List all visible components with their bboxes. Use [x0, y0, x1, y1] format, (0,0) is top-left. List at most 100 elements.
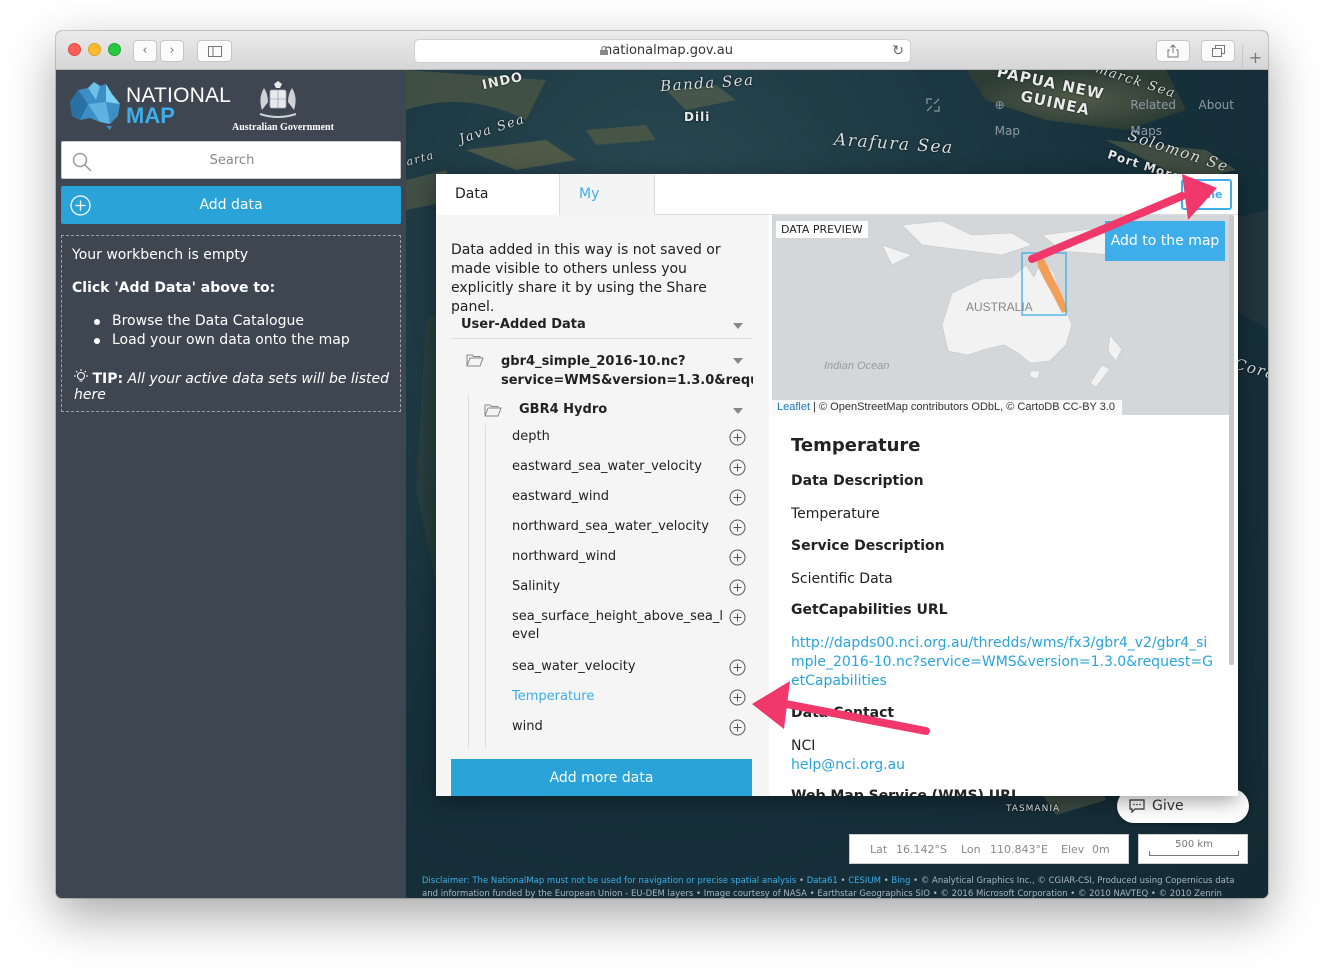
variable-label: sea_water_velocity	[512, 659, 636, 674]
add-variable-icon[interactable]	[729, 549, 746, 566]
folder-open-icon	[466, 354, 484, 367]
globe-icon: ⊕	[994, 98, 1005, 112]
lock-icon	[600, 46, 608, 55]
tab-my-data[interactable]: My Data	[560, 174, 655, 242]
map-label: TASMANIA	[1006, 804, 1061, 814]
search-placeholder: Search	[209, 153, 255, 168]
lat-value: 16.142°S	[896, 843, 947, 856]
variable-label: northward_sea_water_velocity	[512, 519, 709, 534]
add-variable-icon[interactable]	[729, 689, 746, 706]
expand-icon	[926, 98, 940, 112]
elev-value: 0m	[1092, 843, 1110, 856]
add-variable-icon[interactable]	[729, 519, 746, 536]
getcapabilities-heading: GetCapabilities URL	[791, 602, 948, 618]
details-scrollbar[interactable]	[1229, 215, 1234, 665]
url-text: nationalmap.gov.au	[604, 43, 733, 58]
search-input[interactable]: Search	[61, 141, 401, 179]
add-variable-icon[interactable]	[729, 579, 746, 596]
add-variable-icon[interactable]	[729, 489, 746, 506]
dataset-group-name: gbr4_simple_2016-10.nc? service=WMS&vers…	[501, 352, 753, 390]
cesium-link[interactable]: CESIUM	[848, 876, 881, 886]
folder-open-icon	[484, 404, 502, 417]
share-button[interactable]	[1156, 40, 1190, 62]
plus-circle-icon	[70, 195, 91, 216]
workbench-instructions: Click 'Add Data' above to:	[72, 280, 276, 296]
chevron-left-icon: ‹	[142, 43, 148, 58]
variable-label: depth	[512, 429, 550, 444]
chevron-down-icon	[733, 358, 743, 364]
scale-bar	[1149, 851, 1239, 856]
service-description-heading: Service Description	[791, 538, 945, 554]
reload-icon[interactable]: ↻	[892, 40, 904, 62]
map-settings-button[interactable]: ⊕ Map	[989, 92, 1026, 138]
about-button[interactable]: About	[1193, 92, 1240, 118]
add-variable-icon[interactable]	[729, 659, 746, 676]
contact-email-link[interactable]: help@nci.org.au	[791, 756, 905, 775]
workbench-empty-title: Your workbench is empty	[72, 247, 249, 263]
chevron-down-icon	[733, 323, 743, 329]
map-attribution: Leaflet | © OpenStreetMap contributors O…	[772, 400, 1122, 415]
group-name-line2: service=WMS&version=1.3.0&request=G	[501, 373, 753, 388]
annotation-arrow-done	[1028, 174, 1217, 263]
add-more-data-button[interactable]: Add more data	[451, 759, 752, 796]
chevron-down-icon	[733, 408, 743, 414]
details-title: Temperature	[791, 435, 921, 456]
maximize-window-button[interactable]	[108, 43, 121, 56]
attribution-text: | © OpenStreetMap contributors ODbL, © C…	[810, 401, 1116, 413]
tree-guide-line	[468, 395, 469, 748]
add-variable-icon[interactable]	[729, 429, 746, 446]
forward-button[interactable]: ›	[160, 40, 184, 62]
group-name-line1: gbr4_simple_2016-10.nc?	[501, 354, 686, 369]
lat-label: Lat	[870, 843, 888, 856]
chat-icon	[1129, 799, 1145, 813]
variable-label: eastward_sea_water_velocity	[512, 459, 702, 474]
chevron-right-icon: ›	[169, 43, 175, 58]
leaflet-link[interactable]: Leaflet	[777, 401, 810, 413]
add-variable-icon[interactable]	[729, 609, 746, 626]
bing-link[interactable]: Bing	[891, 876, 910, 886]
logo-map-text: MAP	[126, 103, 175, 128]
add-data-button[interactable]: Add data	[61, 186, 401, 224]
variable-label: sea_surface_height_above_sea_level	[512, 609, 723, 642]
add-variable-icon[interactable]	[729, 459, 746, 476]
my-data-list-pane: Data added in this way is not saved or m…	[436, 215, 769, 796]
data-preview-badge: DATA PREVIEW	[776, 221, 868, 238]
tree-guide-line	[485, 425, 486, 748]
workbench-list: Browse the Data Catalogue Load your own …	[94, 312, 350, 350]
tabs-overview-button[interactable]	[1201, 40, 1235, 62]
lon-value: 110.843°E	[990, 843, 1048, 856]
variable-label: Temperature	[512, 689, 595, 704]
about-label: About	[1198, 98, 1234, 112]
user-added-data-label: User-Added Data	[461, 317, 586, 332]
map-label: Dili	[684, 110, 711, 124]
disclaimer-text[interactable]: Disclaimer: The NationalMap must not be …	[422, 876, 796, 886]
close-window-button[interactable]	[68, 43, 81, 56]
lightbulb-icon	[74, 369, 88, 382]
back-button[interactable]: ‹	[133, 40, 157, 62]
minimize-window-button[interactable]	[88, 43, 101, 56]
address-bar[interactable]: nationalmap.gov.au ↻	[414, 39, 911, 63]
national-map-logo[interactable]: NATIONAL MAP Australian Government	[66, 78, 336, 136]
location-readout: Lat 16.142°S Lon 110.843°E Elev 0m	[849, 834, 1129, 864]
new-tab-button[interactable]: +	[1242, 45, 1268, 70]
fullscreen-button[interactable]	[920, 92, 950, 118]
workbench-panel: Your workbench is empty Click 'Add Data'…	[61, 235, 401, 412]
sidebar: NATIONAL MAP Australian Government Searc…	[56, 70, 406, 898]
data-description-value: Temperature	[791, 506, 880, 522]
variable-label: wind	[512, 719, 543, 734]
annotation-arrow-temperature	[752, 681, 930, 735]
australia-map-icon	[70, 82, 120, 130]
australia-label: AUSTRALIA	[966, 300, 1033, 314]
indian-ocean-label: Indian Ocean	[824, 360, 889, 372]
coat-of-arms-icon	[259, 81, 297, 118]
plus-icon: +	[1248, 48, 1263, 67]
sidebar-toggle-button[interactable]	[197, 40, 232, 62]
tab-data-catalog[interactable]: Data Catalog	[436, 174, 560, 242]
sidebar-icon	[207, 46, 222, 57]
data61-link[interactable]: Data61	[807, 876, 838, 886]
add-variable-icon[interactable]	[729, 719, 746, 736]
user-added-data-group[interactable]: User-Added Data	[451, 313, 752, 339]
wms-url-heading: Web Map Service (WMS) URL	[791, 788, 1020, 796]
related-maps-button[interactable]: Related Maps	[1124, 92, 1182, 138]
notice-text: Data added in this way is not saved or m…	[451, 242, 721, 315]
